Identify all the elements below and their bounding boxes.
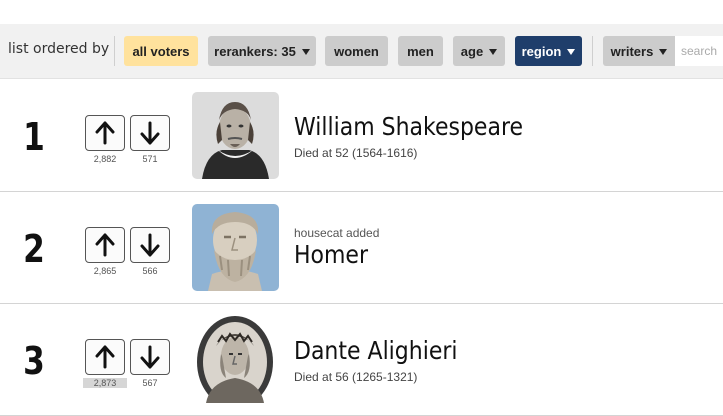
region-label: region bbox=[521, 43, 562, 59]
upvote-button[interactable] bbox=[85, 227, 125, 263]
rerankers-label: rerankers: 35 bbox=[214, 43, 296, 59]
writers-label: writers bbox=[610, 43, 654, 59]
men-label: men bbox=[407, 43, 434, 59]
search-input[interactable] bbox=[675, 36, 723, 66]
shakespeare-portrait[interactable] bbox=[192, 92, 279, 179]
all-voters-button[interactable]: all voters bbox=[124, 36, 198, 66]
upvote-count: 2,873 bbox=[83, 378, 127, 388]
downvote-button[interactable] bbox=[130, 115, 170, 151]
filter-bar: list ordered by all voters rerankers: 35… bbox=[0, 24, 723, 79]
all-voters-label: all voters bbox=[132, 43, 190, 59]
person-lifespan: Died at 52 (1564-1616) bbox=[294, 146, 418, 160]
divider bbox=[592, 36, 593, 66]
arrow-down-icon bbox=[140, 121, 160, 145]
person-name[interactable]: William Shakespeare bbox=[294, 112, 523, 141]
downvote-button[interactable] bbox=[130, 339, 170, 375]
top-spacer bbox=[0, 0, 723, 24]
rank-number: 1 bbox=[23, 115, 45, 159]
dante-portrait[interactable] bbox=[192, 316, 279, 403]
region-dropdown[interactable]: region bbox=[515, 36, 582, 66]
women-label: women bbox=[334, 43, 379, 59]
person-name[interactable]: Dante Alighieri bbox=[294, 336, 458, 365]
list-item: 2 2,865 566 housecat added Homer bbox=[0, 192, 723, 304]
arrow-up-icon bbox=[95, 233, 115, 257]
person-lifespan: Died at 56 (1265-1321) bbox=[294, 370, 418, 384]
downvote-count: 567 bbox=[142, 378, 158, 388]
person-name[interactable]: Homer bbox=[294, 240, 368, 269]
chevron-down-icon bbox=[489, 48, 498, 55]
arrow-up-icon bbox=[95, 121, 115, 145]
arrow-up-icon bbox=[95, 345, 115, 369]
age-dropdown[interactable]: age bbox=[453, 36, 505, 66]
age-label: age bbox=[460, 43, 484, 59]
writers-dropdown[interactable]: writers bbox=[603, 36, 675, 66]
men-button[interactable]: men bbox=[398, 36, 443, 66]
list-item: 3 2,873 567 Dante Alighieri Died at 56 (… bbox=[0, 304, 723, 416]
upvote-count: 2,865 bbox=[93, 266, 117, 276]
downvote-count: 571 bbox=[142, 154, 158, 164]
rank-number: 3 bbox=[23, 339, 45, 383]
homer-bust[interactable] bbox=[192, 204, 279, 291]
arrow-down-icon bbox=[140, 233, 160, 257]
downvote-count: 566 bbox=[142, 266, 158, 276]
chevron-down-icon bbox=[301, 48, 310, 55]
downvote-button[interactable] bbox=[130, 227, 170, 263]
chevron-down-icon bbox=[659, 48, 668, 55]
upvote-button[interactable] bbox=[85, 115, 125, 151]
arrow-down-icon bbox=[140, 345, 160, 369]
women-button[interactable]: women bbox=[325, 36, 388, 66]
rank-number: 2 bbox=[23, 227, 45, 271]
upvote-button[interactable] bbox=[85, 339, 125, 375]
divider bbox=[114, 36, 115, 66]
list-ordered-by-label: list ordered by bbox=[8, 41, 110, 57]
chevron-down-icon bbox=[567, 48, 576, 55]
rerankers-dropdown[interactable]: rerankers: 35 bbox=[208, 36, 316, 66]
item-note: housecat added bbox=[294, 226, 380, 240]
list-item: 1 2,882 571 William Shakespeare Died at … bbox=[0, 80, 723, 192]
upvote-count: 2,882 bbox=[93, 154, 117, 164]
